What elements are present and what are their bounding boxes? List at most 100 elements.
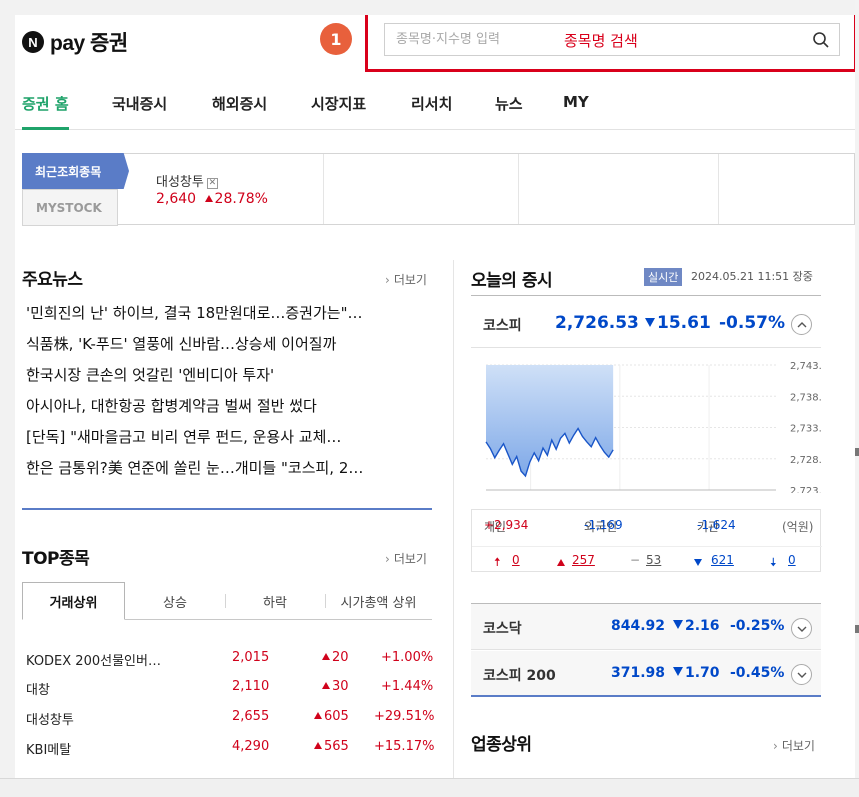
scrollbar-track[interactable] [855,0,859,797]
tab-fall[interactable]: 하락 [225,582,325,620]
nav-overseas[interactable]: 해외증시 [212,93,267,130]
window-left-strip [0,0,15,797]
chevron-down-icon [797,672,807,678]
table-row[interactable]: KBI메탈 4,290 565 +15.17% [26,735,435,761]
market-header-line [471,295,821,296]
lower-limit-icon: 🠇 [770,555,777,569]
news-item[interactable]: 한국시장 큰손의 엇갈린 '엔비디아 투자' [26,360,436,391]
search-input[interactable] [385,24,805,55]
npay-logo[interactable]: N pay 증권 [22,27,128,57]
nav-indicators[interactable]: 시장지표 [311,93,366,130]
stock-rate: +15.17% [374,739,435,754]
stock-change: 20 [322,650,349,665]
tab-volume[interactable]: 거래상위 [22,582,125,620]
up-count[interactable]: 257 [572,553,595,567]
kospi200-row[interactable]: 코스피 200 371.98 1.70 -0.45% [471,651,821,697]
collapse-button[interactable] [791,314,812,335]
logo-text: pay 증권 [50,32,128,55]
stock-rate: +1.00% [381,650,434,665]
main-nav: 증권 홈 국내증시 해외증시 시장지표 리서치 뉴스 MY [15,85,855,130]
flat-count[interactable]: 53 [646,553,661,567]
table-row[interactable]: 대성창투 2,655 605 +29.51% [26,705,435,731]
upper-limit-count[interactable]: 0 [512,553,520,567]
kospi-intraday-chart: 2,743.85 2,738.71 2,733.57 2,728.43 2,723.29… [485,361,821,493]
stock-name[interactable]: 대창 [26,679,50,698]
kospi200-label: 코스피 200 [483,668,556,684]
news-item[interactable]: 식품株, 'K-푸드' 열풍에 신바람…상승세 이어질까 [26,329,436,360]
table-row[interactable]: KODEX 200선물인버… 2,015 20 +1.00% [26,646,434,672]
news-list: '민희진의 난' 하이브, 결국 18만원대로…증권가는"… 식품株, 'K-푸… [26,298,436,484]
kospi-rate: -0.57% [719,313,786,333]
search-icon[interactable] [812,31,830,49]
stock-name[interactable]: KBI메탈 [26,739,71,758]
down-arrow-icon [645,318,655,327]
top-stocks-title: TOP종목 [22,549,90,569]
chart-y-tick-label: 2,738.71 [790,392,821,403]
scrollbar-marker [855,448,859,456]
table-row[interactable]: 대창 2,110 30 +1.44% [26,675,434,701]
kosdaq-label: 코스닥 [483,621,522,637]
down-count[interactable]: 621 [711,553,734,567]
stock-rate: +29.51% [374,709,435,724]
stock-name[interactable]: 대성창투 [26,709,74,728]
up-arrow-icon [314,712,322,719]
upper-limit-icon: 🠅 [494,555,501,569]
tab-market-cap[interactable]: 시가총액 상위 [325,582,432,620]
kospi-label: 코스피 [483,318,522,334]
nav-news[interactable]: 뉴스 [495,93,523,130]
nav-research[interactable]: 리서치 [411,93,452,130]
chevron-up-icon [797,322,807,328]
chart-area-fill [486,365,614,476]
foreign-value: -1,169 [584,518,623,532]
chart-y-tick-label: 2,733.57 [790,424,821,435]
stock-price: 4,290 [232,739,270,754]
news-item[interactable]: 한은 금통위?美 연준에 쏠린 눈…개미들 "코스피, 2… [26,453,436,484]
top-stocks-more-link[interactable]: 더보기 [385,550,427,567]
nav-my[interactable]: MY [563,93,589,130]
close-icon[interactable]: ✕ [206,178,218,189]
scrollbar-marker [855,625,859,633]
expand-button[interactable] [791,664,812,685]
kospi-summary[interactable]: 코스피 2,726.53 15.61 -0.57% [483,313,823,339]
recent-cell-divider [323,154,324,224]
down-arrow-icon [673,620,683,629]
horizontal-scrollbar[interactable] [0,778,859,797]
kosdaq-row[interactable]: 코스닥 844.92 2.16 -0.25% [471,604,821,650]
sector-more-link[interactable]: 더보기 [773,737,815,754]
kosdaq-change: 2.16 [673,618,720,634]
recent-stock-price: 2,640 28.78% [156,191,268,207]
recent-cell-divider [718,154,719,224]
nav-domestic[interactable]: 국내증시 [112,93,167,130]
lower-limit-count[interactable]: 0 [788,553,796,567]
kosdaq-rate: -0.25% [730,618,785,634]
stock-price: 2,655 [232,709,270,724]
window-top-strip [0,0,859,15]
expand-button[interactable] [791,618,812,639]
kospi200-value: 371.98 [611,665,666,681]
institution-value: -1,624 [697,518,736,532]
kospi-value: 2,726.53 [555,313,639,333]
news-item[interactable]: '민희진의 난' 하이브, 결국 18만원대로…증권가는"… [26,298,436,329]
recent-stock-item[interactable]: 대성창투 ✕ [156,171,218,190]
tab-mystock[interactable]: MYSTOCK [22,189,118,226]
down-arrow-icon [673,667,683,676]
top-stocks-tabs: 거래상위 상승 하락 시가총액 상위 [22,582,432,620]
stock-name[interactable]: KODEX 200선물인버… [26,650,161,669]
stock-price: 2,110 [232,679,270,694]
chart-y-tick-label: 2,723.29 [790,486,821,493]
realtime-badge: 실시간 [644,268,683,286]
column-divider [453,260,454,778]
up-arrow-icon [204,195,213,202]
search-box[interactable]: 종목명 검색 [384,23,840,56]
stock-rate: +1.44% [381,679,434,694]
recent-stock-name: 대성창투 [156,175,204,190]
market-title: 오늘의 증시 [471,271,553,291]
unit-label: (억원) [782,520,814,534]
news-more-link[interactable]: 더보기 [385,271,427,288]
news-item[interactable]: [단독] "새마을금고 비리 연루 펀드, 운용사 교체… [26,422,436,453]
news-item[interactable]: 아시아나, 대한항공 합병계약금 벌써 절반 썼다 [26,391,436,422]
nav-home[interactable]: 증권 홈 [22,93,69,130]
tab-rise[interactable]: 상승 [125,582,225,620]
tab-recent-stocks[interactable]: 최근조회종목 [22,153,129,189]
investor-panel: 개인 +2,934 외국인 -1,169 기관 -1,624 (억원) 🠅 0 … [471,509,822,572]
